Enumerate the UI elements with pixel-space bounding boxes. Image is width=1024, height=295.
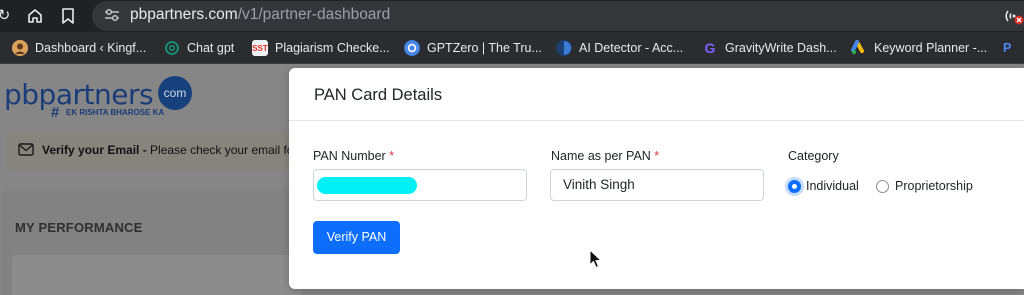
verify-email-text: Please check your email for (146, 143, 298, 157)
site-settings-icon[interactable] (104, 8, 120, 22)
bookmark-label: GPTZero | The Tru... (427, 41, 542, 55)
bookmark-icon[interactable] (58, 6, 78, 26)
logo-tagline: EK RISHTA BHAROSE KA (66, 108, 165, 117)
performance-panel (12, 255, 302, 295)
bookmark-label: Dashboard ‹ Kingf... (35, 41, 147, 55)
logo-com-badge: com (158, 76, 192, 110)
google-ads-icon (851, 40, 867, 56)
sst-icon: SST (252, 40, 268, 56)
url-text[interactable]: pbpartners.com/v1/partner-dashboard (130, 6, 390, 24)
name-as-per-pan-input[interactable]: Vinith Singh (550, 169, 764, 201)
pbpartners-logo[interactable]: pbpartners com # EK RISHTA BHAROSE KA (4, 76, 192, 121)
detector-icon (556, 40, 572, 56)
category-proprietorship-label[interactable]: Proprietorship (895, 179, 973, 193)
required-mark: * (389, 149, 395, 163)
category-proprietorship-radio[interactable] (876, 180, 889, 193)
redaction-mark (317, 177, 417, 194)
performance-title: MY PERFORMANCE (15, 220, 143, 235)
gravitywrite-icon: G (704, 40, 716, 56)
bookmark-chatgpt[interactable]: Chat gpt (164, 39, 234, 57)
pan-card-modal: PAN Card Details PAN Number * Name as pe… (289, 68, 1024, 289)
bookmark-label: Plagiarism Checke... (275, 41, 390, 55)
bookmark-label: AI Detector - Acc... (579, 41, 684, 55)
bookmark-plagiarism[interactable]: SST Plagiarism Checke... (252, 39, 390, 57)
verify-email-bold: Verify your Email - (42, 143, 147, 157)
avatar-icon (12, 40, 28, 56)
openai-icon (164, 40, 180, 56)
bookmark-dashboard[interactable]: Dashboard ‹ Kingf... (12, 39, 146, 57)
bookmark-keyword-planner[interactable]: Keyword Planner -... (851, 39, 987, 57)
required-mark: * (654, 149, 660, 163)
pan-number-label: PAN Number * (313, 149, 394, 163)
hash-icon: # (51, 104, 60, 121)
name-label-text: Name as per PAN (551, 149, 651, 163)
name-as-per-pan-value: Vinith Singh (563, 177, 635, 192)
bookmark-ai-detector[interactable]: AI Detector - Acc... (556, 39, 683, 57)
bookmark-label: Chat gpt (187, 41, 235, 55)
pan-number-label-text: PAN Number (313, 149, 386, 163)
bookmark-gptzero[interactable]: GPTZero | The Tru... (404, 39, 542, 57)
bookmark-label: GravityWrite Dash... (725, 41, 837, 55)
home-icon[interactable] (25, 6, 45, 26)
url-path: /v1/partner-dashboard (237, 6, 391, 23)
name-as-per-pan-label: Name as per PAN * (551, 149, 659, 163)
mouse-pointer-icon (589, 249, 603, 269)
modal-header: PAN Card Details (289, 68, 1024, 121)
category-individual-label[interactable]: Individual (806, 179, 859, 193)
verify-email-message: Verify your Email - Please check your em… (42, 143, 297, 157)
bookmark-gravitywrite[interactable]: G GravityWrite Dash... (702, 39, 837, 57)
mail-icon (18, 143, 34, 156)
url-host: pbpartners.com (130, 6, 238, 23)
reload-icon[interactable]: ↻ (0, 6, 14, 26)
browser-toolbar: ↻ pbpartners.com/v1/partner-dashboard (0, 0, 1024, 32)
gptzero-icon (404, 40, 420, 56)
logo-wordmark: pbpartners (4, 78, 154, 111)
modal-title: PAN Card Details (314, 86, 443, 104)
more-bookmarks-icon[interactable]: P (1003, 39, 1011, 57)
bookmark-label: Keyword Planner -... (874, 41, 988, 55)
category-individual-radio[interactable] (788, 180, 801, 193)
bookmarks-bar: Dashboard ‹ Kingf... Chat gpt SST Plagia… (0, 32, 1024, 64)
pan-number-input[interactable] (313, 169, 527, 201)
verify-pan-button[interactable]: Verify PAN (313, 221, 400, 254)
cast-blocked-icon[interactable] (1004, 7, 1024, 25)
category-label: Category (788, 149, 839, 163)
